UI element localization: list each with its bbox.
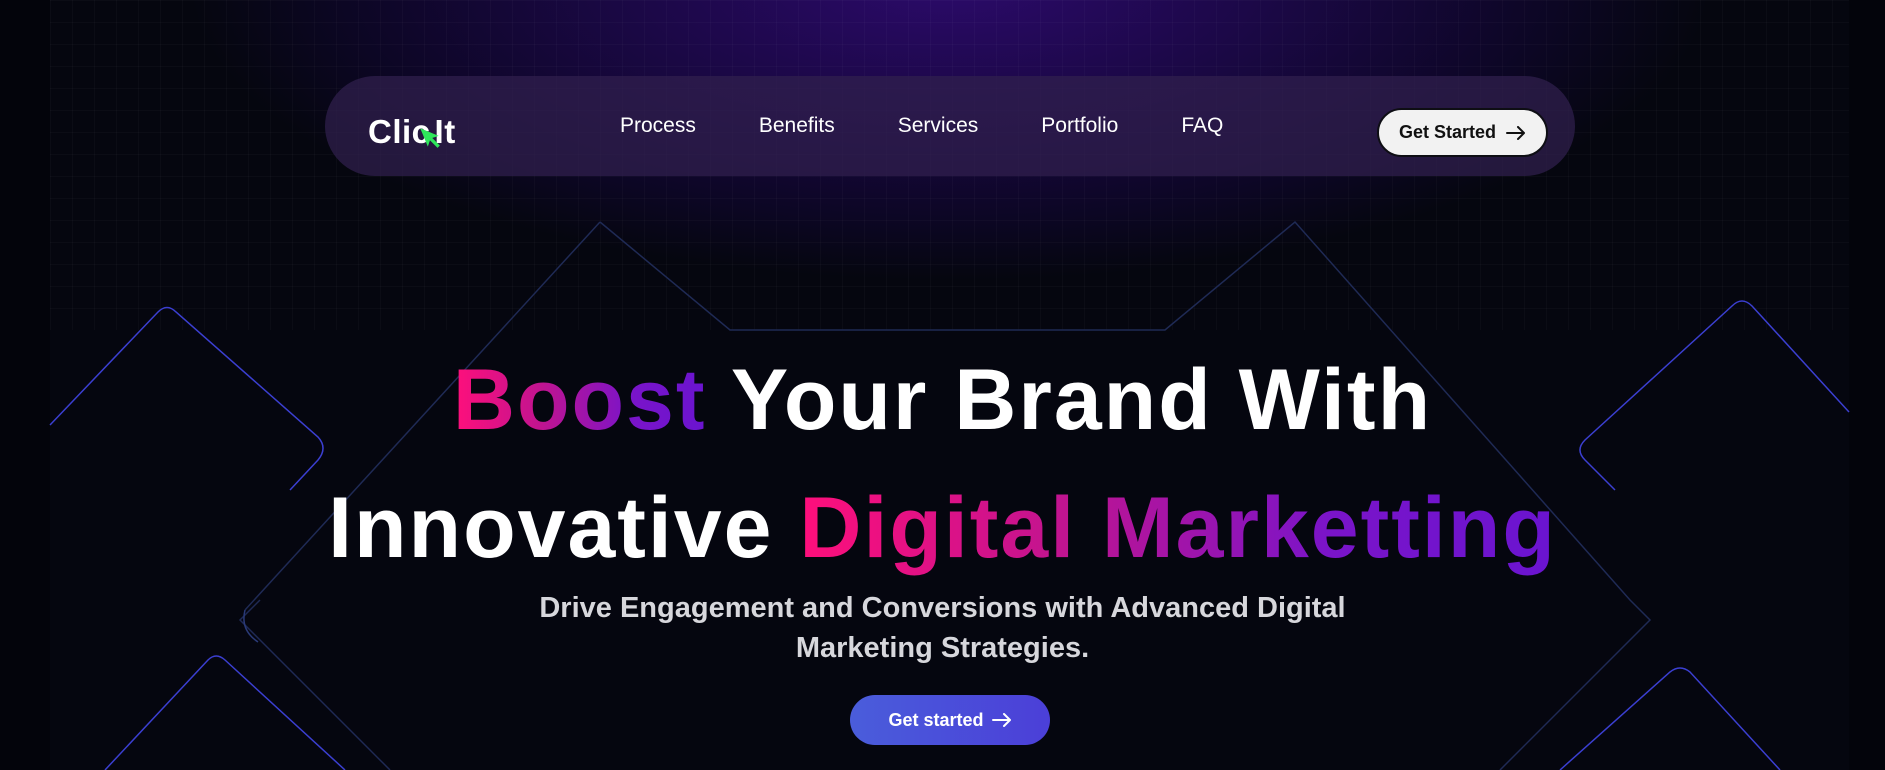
top-navbar: Clic It Process Benefits Services Portfo… (325, 76, 1575, 176)
get-started-nav-button[interactable]: Get Started (1377, 108, 1548, 157)
headline-highlight-digital-marketting: Digital Marketting (799, 480, 1557, 576)
arrow-right-icon (1506, 125, 1526, 140)
headline-highlight-boost: Boost (452, 352, 707, 448)
hero-subtext: Drive Engagement and Conversions with Ad… (0, 588, 1885, 668)
nav-link-benefits[interactable]: Benefits (759, 114, 835, 138)
nav-link-faq[interactable]: FAQ (1181, 114, 1223, 138)
nav-links: Process Benefits Services Portfolio FAQ (620, 76, 1286, 176)
hero-subtext-line2: Marketing Strategies. (795, 632, 1090, 664)
get-started-nav-label: Get Started (1398, 122, 1497, 142)
nav-link-portfolio[interactable]: Portfolio (1041, 114, 1118, 138)
get-started-hero-button[interactable]: Get started (850, 695, 1050, 745)
bottom-right-diamond-outline (1559, 667, 1781, 770)
arrow-right-icon (991, 713, 1011, 727)
hero-subtext-line1: Drive Engagement and Conversions with Ad… (539, 592, 1346, 624)
bottom-left-diamond-outline (104, 655, 346, 770)
nav-link-services[interactable]: Services (898, 114, 979, 138)
headline-line2-start: Innovative (328, 480, 800, 576)
landing-page: Clic It Process Benefits Services Portfo… (0, 0, 1885, 770)
headline-line1-rest: Your Brand With (706, 352, 1433, 448)
hero-headline-line2: Innovative Digital Marketting (0, 478, 1885, 578)
cursor-arrow-icon (419, 128, 440, 148)
get-started-hero-label: Get started (888, 709, 984, 730)
hero-headline-line1: Boost Your Brand With (0, 350, 1885, 450)
nav-link-process[interactable]: Process (620, 114, 696, 138)
logo[interactable]: Clic It (368, 113, 456, 151)
